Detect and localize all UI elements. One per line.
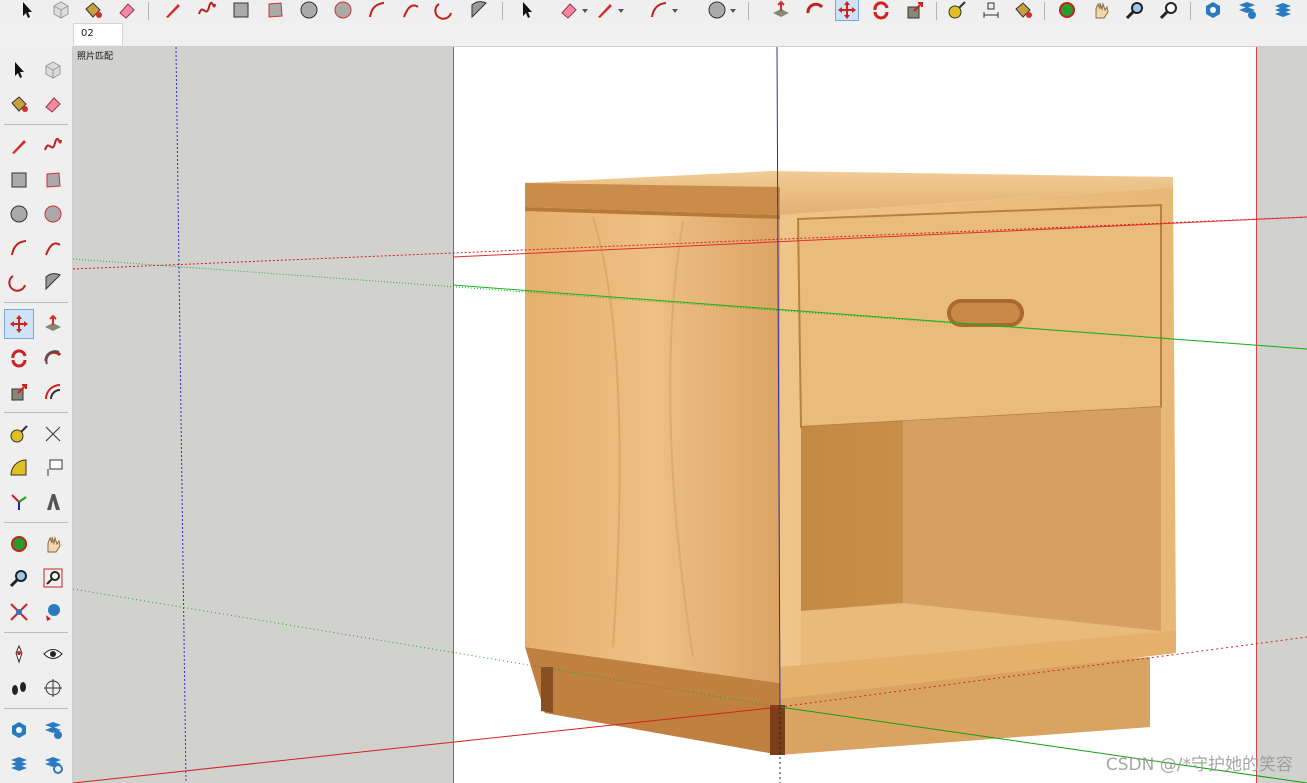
zoom-icon[interactable] xyxy=(5,564,33,592)
rotate-icon[interactable] xyxy=(5,344,33,372)
orbit-icon[interactable] xyxy=(1056,0,1078,20)
top-toolbar xyxy=(0,0,1307,23)
two-point-arc-icon[interactable] xyxy=(400,0,422,20)
eraser-icon[interactable] xyxy=(39,90,67,118)
rectangle-icon[interactable] xyxy=(5,166,33,194)
offset-icon[interactable] xyxy=(39,378,67,406)
paint-bucket-icon[interactable] xyxy=(5,90,33,118)
move-icon[interactable] xyxy=(835,0,859,21)
zoom-icon[interactable] xyxy=(1124,0,1146,20)
two-point-arc-icon[interactable] xyxy=(39,234,67,262)
arc-icon[interactable] xyxy=(366,0,388,20)
paint-bucket-icon[interactable] xyxy=(82,0,104,20)
scene-tab-strip: 02 xyxy=(0,22,1307,47)
axes-icon[interactable] xyxy=(5,488,33,516)
rotated-rectangle-icon[interactable] xyxy=(39,166,67,194)
polygon-icon[interactable] xyxy=(332,0,354,20)
tape-measure-icon[interactable] xyxy=(946,0,968,20)
circle-icon[interactable] xyxy=(298,0,320,20)
freehand-icon[interactable] xyxy=(39,132,67,160)
pan-icon[interactable] xyxy=(39,530,67,558)
scale-icon[interactable] xyxy=(5,378,33,406)
dimension-icon[interactable] xyxy=(39,420,67,448)
paint-bucket-icon[interactable] xyxy=(1012,0,1034,20)
component-icon[interactable] xyxy=(50,0,72,20)
section-plane-icon[interactable] xyxy=(39,674,67,702)
zoom-extents-icon[interactable] xyxy=(5,598,33,626)
rectangle-icon[interactable] xyxy=(230,0,252,20)
tape-measure-icon[interactable] xyxy=(5,420,33,448)
layers-icon[interactable] xyxy=(5,750,33,778)
pie-icon[interactable] xyxy=(468,0,490,20)
left-toolbar xyxy=(0,46,73,783)
push-pull-icon[interactable] xyxy=(770,0,792,20)
viewport-label: 照片匹配 xyxy=(77,52,114,62)
circle-icon[interactable] xyxy=(5,200,33,228)
follow-me-icon[interactable] xyxy=(804,0,826,20)
eraser-icon[interactable] xyxy=(558,0,580,20)
extension-warehouse-icon[interactable] xyxy=(39,716,67,744)
pie-icon[interactable] xyxy=(39,268,67,296)
dimension-icon[interactable] xyxy=(980,0,1002,20)
arc-icon[interactable] xyxy=(648,0,670,20)
protractor-icon[interactable] xyxy=(5,454,33,482)
scene-tab[interactable]: 02 xyxy=(73,23,123,45)
follow-me-icon[interactable] xyxy=(39,344,67,372)
zoom-window-icon[interactable] xyxy=(1158,0,1180,20)
layers-icon[interactable] xyxy=(1272,0,1294,20)
freehand-icon[interactable] xyxy=(196,0,218,20)
line-icon[interactable] xyxy=(594,0,616,20)
look-around-icon[interactable] xyxy=(39,640,67,668)
line-icon[interactable] xyxy=(5,132,33,160)
model-viewport[interactable]: 照片匹配 CSDN @/*守护她的笑容 xyxy=(73,47,1307,783)
arc-icon[interactable] xyxy=(5,234,33,262)
eraser-icon[interactable] xyxy=(116,0,138,20)
scale-icon[interactable] xyxy=(904,0,926,20)
pan-icon[interactable] xyxy=(1090,0,1112,20)
select-icon[interactable] xyxy=(5,56,33,84)
warehouse-icon[interactable] xyxy=(5,716,33,744)
select-icon[interactable] xyxy=(16,0,38,20)
select-icon[interactable] xyxy=(516,0,538,20)
make-component-icon[interactable] xyxy=(39,56,67,84)
three-point-arc-icon[interactable] xyxy=(5,268,33,296)
scene-drawing xyxy=(73,47,1307,783)
3d-text-icon[interactable] xyxy=(39,488,67,516)
circle-icon[interactable] xyxy=(706,0,728,20)
rotated-rectangle-icon[interactable] xyxy=(264,0,286,20)
watermark: CSDN @/*守护她的笑容 xyxy=(1105,755,1293,775)
extension-warehouse-icon[interactable] xyxy=(1236,0,1258,20)
rotate-icon[interactable] xyxy=(870,0,892,20)
walk-icon[interactable] xyxy=(5,674,33,702)
move-icon[interactable] xyxy=(4,309,34,339)
three-point-arc-icon[interactable] xyxy=(434,0,456,20)
text-icon[interactable] xyxy=(39,454,67,482)
previous-view-icon[interactable] xyxy=(39,598,67,626)
polygon-icon[interactable] xyxy=(39,200,67,228)
warehouse-icon[interactable] xyxy=(1202,0,1224,20)
orbit-icon[interactable] xyxy=(5,530,33,558)
zoom-window-icon[interactable] xyxy=(39,564,67,592)
position-camera-icon[interactable] xyxy=(5,640,33,668)
extension-manager-icon[interactable] xyxy=(39,750,67,778)
pencil-icon[interactable] xyxy=(162,0,184,20)
push-pull-icon[interactable] xyxy=(39,310,67,338)
